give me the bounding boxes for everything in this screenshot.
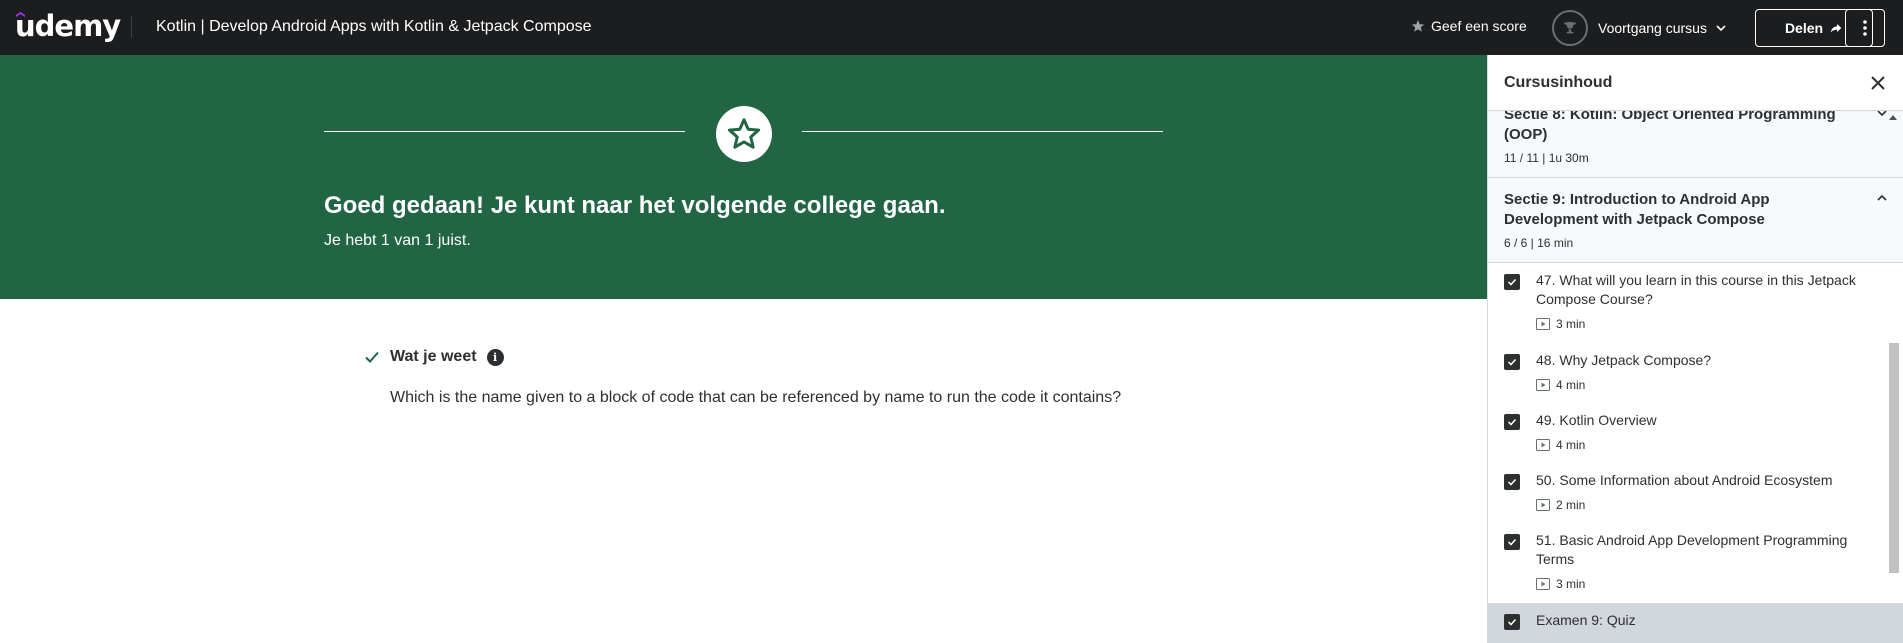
sidebar-title: Cursusinhoud xyxy=(1504,73,1613,91)
section-title: Sectie 8: Kotlin: Object Oriented Progra… xyxy=(1504,111,1836,143)
lecture-item-51[interactable]: 51. Basic Android App Development Progra… xyxy=(1488,523,1903,603)
chevron-down-icon xyxy=(1716,25,1726,32)
lecture-meta: 2 min xyxy=(1536,498,1888,512)
chevron-down-icon xyxy=(1877,111,1887,117)
video-icon xyxy=(1536,578,1550,590)
sidebar-scroll-area[interactable]: Sectie 8: Kotlin: Object Oriented Progra… xyxy=(1488,111,1903,643)
logo-hat-icon xyxy=(16,12,25,17)
lecture-meta: 4 min xyxy=(1536,378,1888,392)
lecture-title: 47. What will you learn in this course i… xyxy=(1536,272,1856,307)
rate-label: Geef een score xyxy=(1431,18,1527,34)
rate-button[interactable]: Geef een score xyxy=(1411,18,1527,34)
lecture-duration: 4 min xyxy=(1556,378,1586,392)
info-icon[interactable]: i xyxy=(486,348,504,366)
lecture-duration: 4 min xyxy=(1556,438,1586,452)
completed-checkbox[interactable] xyxy=(1504,474,1520,490)
completed-checkbox[interactable] xyxy=(1504,354,1520,370)
banner-subtitle: Je hebt 1 van 1 juist. xyxy=(324,232,471,249)
checkmark-icon xyxy=(365,351,379,363)
progress-label: Voortgang cursus xyxy=(1598,20,1707,36)
lecture-item-50[interactable]: 50. Some Information about Android Ecosy… xyxy=(1488,463,1903,523)
banner-line-right xyxy=(802,131,1163,132)
section-header-9[interactable]: Sectie 9: Introduction to Android App De… xyxy=(1488,178,1903,263)
knowledge-label: Wat je weet xyxy=(390,348,477,365)
lecture-duration: 2 min xyxy=(1556,498,1586,512)
result-banner: Goed gedaan! Je kunt naar het volgende c… xyxy=(0,55,1487,299)
star-badge xyxy=(716,106,772,162)
completed-checkbox[interactable] xyxy=(1504,414,1520,430)
lecture-meta: 4 min xyxy=(1536,438,1888,452)
star-outline-icon xyxy=(727,118,761,149)
lecture-item-49[interactable]: 49. Kotlin Overview 4 min xyxy=(1488,403,1903,463)
completed-checkbox[interactable] xyxy=(1504,614,1520,630)
progress-ring xyxy=(1552,10,1588,46)
banner-line-left xyxy=(324,131,685,132)
course-content-sidebar: Cursusinhoud Sectie 8: Kotlin: Object Or… xyxy=(1487,55,1903,643)
lecture-title: 50. Some Information about Android Ecosy… xyxy=(1536,472,1833,488)
star-icon xyxy=(1411,20,1425,32)
scrollbar-thumb[interactable] xyxy=(1889,343,1899,573)
video-icon xyxy=(1536,439,1550,451)
lecture-duration: 3 min xyxy=(1556,317,1586,331)
top-bar: udemy Kotlin | Develop Android Apps with… xyxy=(0,0,1903,55)
progress-dropdown[interactable]: Voortgang cursus xyxy=(1552,10,1727,46)
header-divider xyxy=(131,16,132,38)
quiz-item-active[interactable]: Examen 9: Quiz xyxy=(1488,603,1903,643)
lecture-title: 49. Kotlin Overview xyxy=(1536,412,1657,428)
close-sidebar-button[interactable] xyxy=(1868,73,1888,93)
video-icon xyxy=(1536,499,1550,511)
video-icon xyxy=(1536,318,1550,330)
lecture-duration: 3 min xyxy=(1556,577,1586,591)
section-meta: 6 / 6 | 16 min xyxy=(1504,236,1574,250)
udemy-logo[interactable]: udemy xyxy=(15,9,121,43)
share-arrow-icon xyxy=(1830,23,1842,33)
video-icon xyxy=(1536,379,1550,391)
lecture-meta: 3 min xyxy=(1536,317,1888,331)
chevron-up-icon xyxy=(1877,194,1887,201)
vertical-dots-icon xyxy=(1863,20,1867,36)
completed-checkbox[interactable] xyxy=(1504,534,1520,550)
trophy-icon xyxy=(1563,22,1577,34)
lecture-meta: 3 min xyxy=(1536,577,1888,591)
lecture-item-48[interactable]: 48. Why Jetpack Compose? 4 min xyxy=(1488,343,1903,403)
section-header-8[interactable]: Sectie 8: Kotlin: Object Oriented Progra… xyxy=(1488,111,1903,178)
more-options-button[interactable] xyxy=(1845,9,1885,47)
scroll-up-arrow[interactable] xyxy=(1889,115,1897,120)
course-title[interactable]: Kotlin | Develop Android Apps with Kotli… xyxy=(156,18,592,36)
lecture-title: 51. Basic Android App Development Progra… xyxy=(1536,532,1848,567)
logo-text: udemy xyxy=(15,9,121,43)
sidebar-header: Cursusinhoud xyxy=(1488,55,1903,111)
lecture-title: 48. Why Jetpack Compose? xyxy=(1536,352,1712,368)
section-title: Sectie 9: Introduction to Android App De… xyxy=(1504,191,1770,228)
lecture-item-47[interactable]: 47. What will you learn in this course i… xyxy=(1488,263,1903,343)
completed-checkbox[interactable] xyxy=(1504,274,1520,290)
close-icon xyxy=(1871,75,1885,90)
question-text: Which is the name given to a block of co… xyxy=(390,389,1122,406)
share-label: Delen xyxy=(1784,20,1824,36)
knowledge-heading: Wat je weet i xyxy=(364,348,504,366)
section-meta: 11 / 11 | 1u 30m xyxy=(1504,151,1589,165)
banner-title: Goed gedaan! Je kunt naar het volgende c… xyxy=(324,192,946,219)
quiz-title: Examen 9: Quiz xyxy=(1536,612,1636,628)
